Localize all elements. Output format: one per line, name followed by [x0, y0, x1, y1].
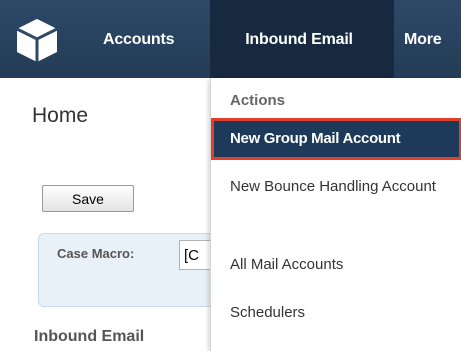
menu-item-new-group-mail-account[interactable]: New Group Mail Account: [211, 118, 461, 160]
menu-item-schedulers[interactable]: Schedulers: [211, 302, 461, 324]
menu-item-all-mail-accounts[interactable]: All Mail Accounts: [211, 254, 461, 276]
case-macro-panel: Case Macro:: [38, 233, 239, 307]
dropdown-header-actions: Actions: [230, 92, 286, 109]
tab-more[interactable]: More: [404, 0, 442, 78]
cube-logo-icon[interactable]: [14, 16, 60, 64]
page-title: Home: [32, 104, 89, 127]
case-macro-label: Case Macro:: [57, 246, 135, 261]
inbound-email-dropdown-menu: Actions New Group Mail Account New Bounc…: [210, 78, 461, 351]
top-navbar: Accounts Inbound Email More: [0, 0, 461, 78]
save-button[interactable]: Save: [42, 185, 134, 212]
menu-item-new-bounce-handling-account[interactable]: New Bounce Handling Account: [211, 176, 461, 198]
tab-inbound-email[interactable]: Inbound Email: [210, 0, 394, 78]
section-heading: Inbound Email: [34, 328, 145, 345]
tab-accounts[interactable]: Accounts: [103, 0, 175, 78]
